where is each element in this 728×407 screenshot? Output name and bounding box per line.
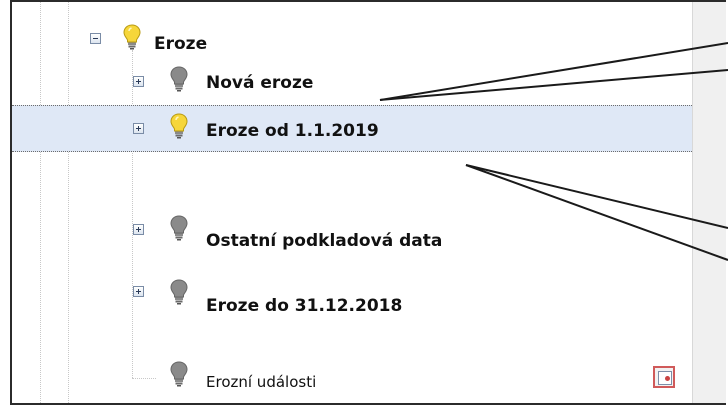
- tree-item-ostatni-podkladova-data[interactable]: Ostatní podkladová data: [12, 214, 692, 256]
- tree-item-label: Nová eroze: [206, 73, 314, 93]
- light-bulb-icon: [170, 66, 188, 92]
- tree-item-label: Ostatní podkladová data: [206, 231, 443, 251]
- tree-item-nova-eroze[interactable]: Nová eroze: [12, 62, 692, 102]
- plus-box-icon[interactable]: [133, 76, 144, 87]
- tree-item-label: Eroze do 31.12.2018: [206, 296, 403, 316]
- tree-item-label: Erozní události: [206, 373, 317, 391]
- tree-item-eroze-do-2018[interactable]: Eroze do 31.12.2018: [12, 279, 692, 321]
- tree-item-label: Eroze od 1.1.2019: [206, 121, 379, 141]
- tree-item-erozni-udalosti[interactable]: Erozní události: [12, 358, 692, 400]
- minus-box-icon[interactable]: [90, 33, 101, 44]
- tree-item-label: Eroze: [154, 34, 208, 54]
- tree-item-eroze[interactable]: Eroze: [12, 24, 692, 66]
- light-bulb-icon: [170, 279, 188, 305]
- layer-tree-panel: Eroze Nová eroze Eroze od 1.1.2019 Ostat…: [10, 0, 726, 405]
- tree-item-eroze-od-2019[interactable]: Eroze od 1.1.2019: [12, 105, 692, 152]
- map-layer-icon: [658, 371, 672, 385]
- map-layer-button[interactable]: [653, 366, 675, 388]
- light-bulb-icon: [170, 361, 188, 387]
- map-marker-icon: [665, 376, 670, 381]
- plus-box-icon[interactable]: [133, 224, 144, 235]
- side-scroll-panel[interactable]: [692, 2, 726, 403]
- plus-box-icon[interactable]: [133, 123, 144, 134]
- light-bulb-icon: [123, 24, 141, 50]
- light-bulb-icon: [170, 113, 188, 139]
- plus-box-icon[interactable]: [133, 286, 144, 297]
- light-bulb-icon: [170, 215, 188, 241]
- layer-tree: Eroze Nová eroze Eroze od 1.1.2019 Ostat…: [12, 2, 692, 403]
